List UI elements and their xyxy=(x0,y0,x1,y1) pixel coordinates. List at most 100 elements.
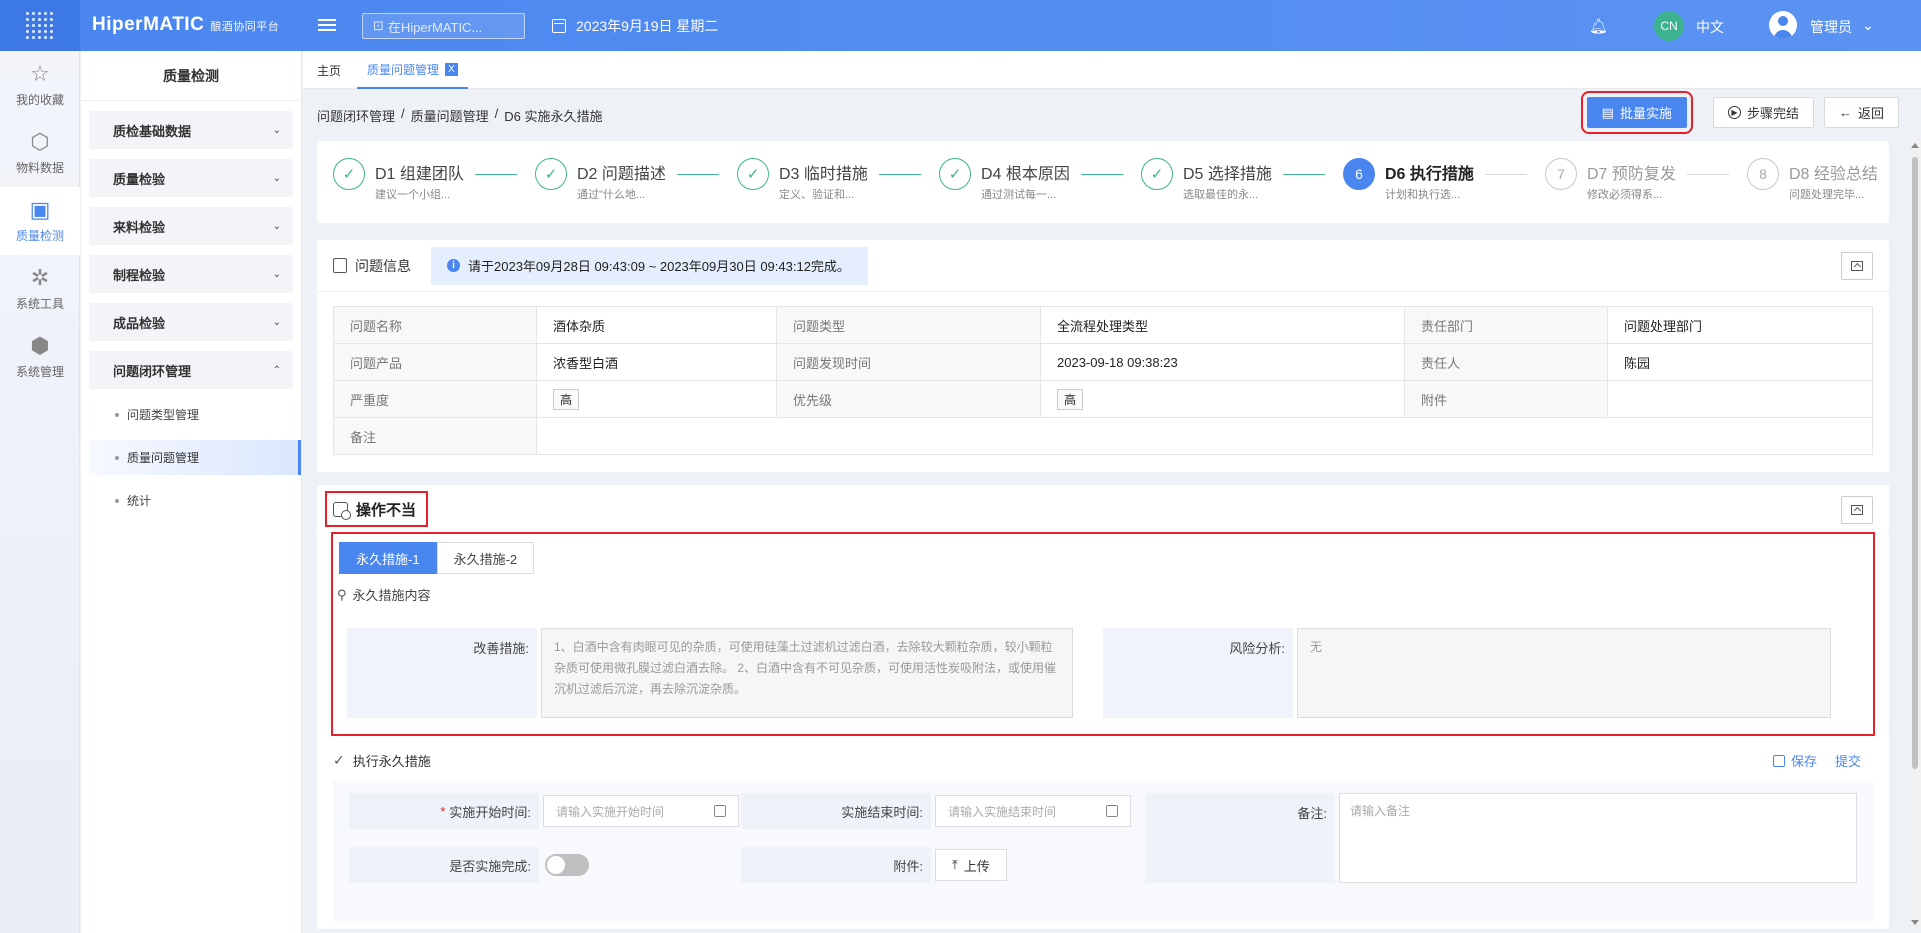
global-search-input[interactable]: ⊡ 在HiperMATIC... xyxy=(362,13,525,39)
submit-button[interactable]: 提交 xyxy=(1835,751,1861,770)
table-row: 备注 xyxy=(333,417,1873,455)
table-row: 严重度高 优先级高 附件 xyxy=(333,380,1873,418)
menu-item-problem-types[interactable]: 问题类型管理 xyxy=(89,397,301,432)
calendar-icon xyxy=(552,19,566,33)
check-icon: ✓ xyxy=(939,158,971,190)
wrench-icon: ⚲ xyxy=(337,586,347,602)
document-icon xyxy=(333,258,347,273)
execute-form: * 实施开始时间: 请输入实施开始时间 实施结束时间: 请输入实施结束时间 备注:… xyxy=(333,781,1873,921)
remark-label: 备注: xyxy=(1145,793,1335,883)
collapse-button[interactable] xyxy=(1841,252,1873,280)
end-time-label: 实施结束时间: xyxy=(741,793,931,829)
breadcrumb: 问题闭环管理 / 质量问题管理 / D6 实施永久措施 xyxy=(317,106,603,124)
check-icon: ✓ xyxy=(333,158,365,190)
table-row: 问题产品 浓香型白酒 问题发现时间 2023-09-18 09:38:23 责任人陈… xyxy=(333,343,1873,381)
batch-icon: ▤ xyxy=(1601,104,1614,120)
table-row: 问题名称 酒体杂质 问题类型 全流程处理类型 责任部门 问题处理部门 xyxy=(333,306,1873,344)
collapse-icon xyxy=(1851,505,1863,515)
operation-title: 操作不当 xyxy=(324,491,429,527)
tab-home[interactable]: 主页 xyxy=(317,51,341,89)
done-label: 是否实施完成: xyxy=(349,847,539,883)
execute-section-title: ✓ 执行永久措施 xyxy=(333,752,431,769)
done-toggle[interactable] xyxy=(545,854,589,876)
menu-group-finished[interactable]: 成品检验 ⌄ xyxy=(89,303,293,341)
tab-measure-1[interactable]: 永久措施-1 xyxy=(339,542,437,574)
menu-group-basic-data[interactable]: 质检基础数据 ⌄ xyxy=(89,111,293,149)
scroll-up-icon[interactable] xyxy=(1911,143,1919,148)
start-time-input[interactable]: 请输入实施开始时间 xyxy=(543,795,739,827)
upload-button[interactable]: ⤒ 上传 xyxy=(935,849,1007,881)
main-content: 问题闭环管理 / 质量问题管理 / D6 实施永久措施 ▤ 批量实施 ▶ 步骤完结 … xyxy=(303,89,1921,933)
risk-field: 风险分析: 无 xyxy=(1103,628,1831,718)
step-complete-button[interactable]: ▶ 步骤完结 xyxy=(1712,97,1814,128)
close-icon[interactable]: X xyxy=(445,62,459,76)
risk-textarea[interactable]: 无 xyxy=(1297,628,1831,718)
network-icon: ✲ xyxy=(30,264,50,290)
avatar[interactable] xyxy=(1769,11,1797,39)
top-bar: HiperMATIC 酿酒协同平台 ⊡ 在HiperMATIC... 2023年9… xyxy=(0,0,1921,51)
check-icon: ✓ xyxy=(333,752,345,768)
menu-toggle-icon[interactable] xyxy=(318,16,336,34)
user-menu[interactable]: 管理员 ⌄ xyxy=(1810,17,1874,37)
batch-implement-button[interactable]: ▤ 批量实施 xyxy=(1580,91,1693,134)
rail-item-system[interactable]: ⬢ 系统管理 xyxy=(0,323,80,391)
play-circle-icon: ▶ xyxy=(1727,106,1741,119)
language-badge[interactable]: CN xyxy=(1654,11,1684,41)
bell-icon[interactable]: 🔔︎ xyxy=(1589,17,1608,35)
chevron-down-icon: ⌄ xyxy=(272,220,281,232)
page-actions: ▤ 批量实施 ▶ 步骤完结 ← 返回 xyxy=(1580,91,1899,134)
cube-icon: ⬡ xyxy=(30,128,50,154)
language-switch[interactable]: 中文 xyxy=(1696,17,1724,37)
save-icon xyxy=(1772,755,1785,767)
scroll-thumb[interactable] xyxy=(1912,157,1918,769)
back-button[interactable]: ← 返回 xyxy=(1823,97,1899,128)
rail-item-favorites[interactable]: ☆ 我的收藏 xyxy=(0,51,80,119)
app-grid-button[interactable] xyxy=(0,0,80,51)
severity-tag: 高 xyxy=(553,388,580,410)
scroll-down-icon[interactable] xyxy=(1911,920,1919,925)
menu-group-quality-inspection[interactable]: 质量检验 ⌄ xyxy=(89,159,293,197)
card-title: 问题信息 xyxy=(355,257,411,274)
rail-item-quality[interactable]: ▣ 质量检测 xyxy=(0,187,80,255)
check-icon: ✓ xyxy=(737,158,769,190)
arrow-left-icon: ← xyxy=(1838,105,1852,120)
section-menu-title: 质量检测 xyxy=(81,51,301,101)
check-icon: ✓ xyxy=(1141,158,1173,190)
remark-textarea[interactable]: 请输入备注 xyxy=(1339,793,1857,883)
rail-item-material[interactable]: ⬡ 物料数据 xyxy=(0,119,80,187)
chevron-down-icon: ⌄ xyxy=(1862,17,1874,33)
shield-check-icon: ▣ xyxy=(29,196,51,222)
calendar-icon xyxy=(714,805,726,817)
collapse-button[interactable] xyxy=(1841,496,1873,524)
menu-item-statistics[interactable]: 统计 xyxy=(89,483,301,518)
calendar-icon xyxy=(1106,805,1118,817)
execute-actions: 保存 提交 xyxy=(1772,751,1861,770)
save-button[interactable]: 保存 xyxy=(1772,751,1817,770)
menu-group-process[interactable]: 制程检验 ⌄ xyxy=(89,255,293,293)
measure-content-label: ⚲ 永久措施内容 xyxy=(337,586,431,604)
menu-group-incoming[interactable]: 来料检验 ⌄ xyxy=(89,207,293,245)
current-date: 2023年9月19日 星期二 xyxy=(552,16,718,36)
d8-step-progress: ✓ D1 组建团队 建议一个小组... ✓ D2 问题描述 通过"什么地... ✓ … xyxy=(317,141,1889,223)
chevron-down-icon: ⌄ xyxy=(272,316,281,328)
start-time-label: * 实施开始时间: xyxy=(349,793,539,829)
rail-item-tools[interactable]: ✲ 系统工具 xyxy=(0,255,80,323)
chevron-down-icon: ⌄ xyxy=(272,268,281,280)
menu-item-quality-problems[interactable]: 质量问题管理 xyxy=(89,440,301,475)
page-tabs: 主页 质量问题管理 X xyxy=(303,51,1921,89)
menu-group-closed-loop[interactable]: 问题闭环管理 ⌃ xyxy=(89,351,293,389)
chevron-down-icon: ⌄ xyxy=(272,172,281,184)
upload-icon: ⤒ xyxy=(952,857,958,872)
tab-measure-2[interactable]: 永久措施-2 xyxy=(436,542,535,574)
module-rail: ☆ 我的收藏 ⬡ 物料数据 ▣ 质量检测 ✲ 系统工具 ⬢ 系统管理 xyxy=(0,51,80,933)
end-time-input[interactable]: 请输入实施结束时间 xyxy=(935,795,1131,827)
permanent-measure-panel: 永久措施-1 永久措施-2 ⚲ 永久措施内容 改善措施: 1、白酒中含有肉眼可见… xyxy=(331,532,1875,736)
measure-tabs: 永久措施-1 永久措施-2 xyxy=(339,542,535,574)
info-icon: i xyxy=(447,259,460,272)
attachment-label: 附件: xyxy=(741,847,931,883)
star-icon: ☆ xyxy=(30,60,50,86)
tab-quality-problems[interactable]: 质量问题管理 X xyxy=(357,51,469,89)
improvement-textarea[interactable]: 1、白酒中含有肉眼可见的杂质，可使用硅藻土过滤机过滤白酒，去除较大颗粒杂质，较小… xyxy=(541,628,1073,718)
section-menu: 质量检测 质检基础数据 ⌄ 质量检验 ⌄ 来料检验 ⌄ 制程检验 ⌄ 成品检验 ⌄ 问题闭… xyxy=(81,51,302,933)
page-scrollbar[interactable] xyxy=(1909,139,1921,929)
